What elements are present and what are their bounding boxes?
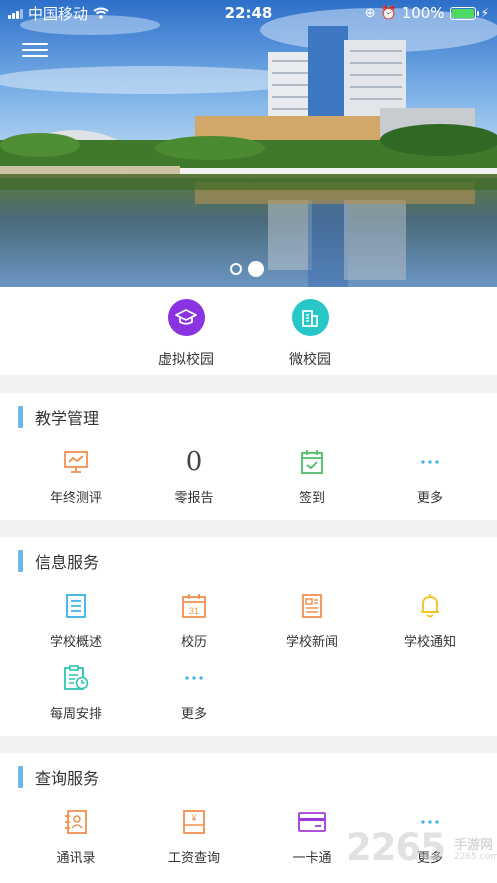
charging-icon: ⚡ [480,6,489,20]
info-more-button[interactable]: 更多 [132,663,256,722]
presentation-chart-icon [14,447,138,477]
campus-photo [0,0,497,287]
item-label: 更多 [416,491,443,506]
section-title: 教学管理 [35,409,100,428]
carousel-indicator [230,261,264,277]
item-label: 学校新闻 [285,635,338,650]
info-services-section: 信息服务 学校概述 31 校历 学校新闻 学校通知 每周安排 更多 [0,537,497,736]
annual-evaluation-button[interactable]: 年终测评 [14,447,138,506]
item-label: 通讯录 [56,851,96,866]
item-label: 更多 [180,707,207,722]
campus-banner[interactable]: 中国移动 22:48 ⊕ ⏰ 100% ⚡ [0,0,497,287]
status-bar: 中国移动 22:48 ⊕ ⏰ 100% ⚡ [0,0,497,26]
section-accent-bar [18,550,23,572]
watermark-site: 2265.com [454,852,497,862]
contacts-icon [14,807,138,837]
salary-query-button[interactable]: ¥ 工资查询 [132,807,256,866]
salary-icon: ¥ [132,807,256,837]
carrier-name: 中国移动 [28,4,89,23]
calendar-day: 31 [189,606,199,616]
menu-button[interactable] [22,40,48,62]
battery-icon [449,6,479,20]
alarm-icon: ⏰ [380,5,397,21]
school-notice-button[interactable]: 学校通知 [368,591,492,650]
section-title: 查询服务 [35,769,100,788]
zero-report-value: 0 [185,447,203,477]
zero-report-button[interactable]: 0 零报告 [132,447,256,506]
bell-icon [368,591,492,621]
watermark-site-name: 手游网 [454,838,494,853]
calendar-check-icon [250,447,374,477]
item-label: 学校通知 [403,635,456,650]
section-header: 教学管理 [0,393,497,441]
item-label: 签到 [298,491,325,506]
newspaper-icon [250,591,374,621]
building-icon [291,299,329,336]
signal-icon [8,8,23,19]
virtual-campus-button[interactable]: 虚拟校园 [141,299,231,369]
battery-percent: 100% [401,4,445,22]
teaching-more-button[interactable]: 更多 [368,447,492,506]
wifi-icon [93,7,109,19]
section-header: 查询服务 [0,753,497,801]
item-label: 工资查询 [167,851,220,866]
clipboard-clock-icon [14,663,138,693]
section-title: 信息服务 [35,553,100,572]
item-label: 每周安排 [49,707,102,722]
carousel-dot-1[interactable] [230,263,242,275]
more-dots-icon [368,447,492,477]
section-header: 信息服务 [0,537,497,585]
contacts-button[interactable]: 通讯录 [14,807,138,866]
quick-link-label: 微校园 [289,352,331,368]
quick-links: 虚拟校园 微校园 [0,287,497,375]
item-label: 年终测评 [49,491,102,506]
school-calendar-button[interactable]: 31 校历 [132,591,256,650]
graduation-cap-icon [167,299,205,336]
school-news-button[interactable]: 学校新闻 [250,591,374,650]
rotation-lock-icon: ⊕ [364,5,376,21]
weekly-schedule-button[interactable]: 每周安排 [14,663,138,722]
document-list-icon [14,591,138,621]
more-dots-icon [132,663,256,693]
carousel-dot-2[interactable] [248,261,264,277]
school-overview-button[interactable]: 学校概述 [14,591,138,650]
item-label: 学校概述 [49,635,102,650]
calendar-icon: 31 [132,591,256,621]
site-watermark: 2265 手游网 2265.com [346,826,497,869]
currency-symbol: ¥ [190,813,197,823]
item-label: 零报告 [174,491,214,506]
micro-campus-button[interactable]: 微校园 [265,299,355,369]
teaching-management-section: 教学管理 年终测评 0 零报告 签到 更多 [0,393,497,520]
section-accent-bar [18,766,23,788]
quick-link-label: 虚拟校园 [158,352,214,368]
item-label: 校历 [180,635,207,650]
clock: 22:48 [224,4,273,22]
watermark-brand: 2265 [346,826,446,869]
sign-in-button[interactable]: 签到 [250,447,374,506]
section-accent-bar [18,406,23,428]
